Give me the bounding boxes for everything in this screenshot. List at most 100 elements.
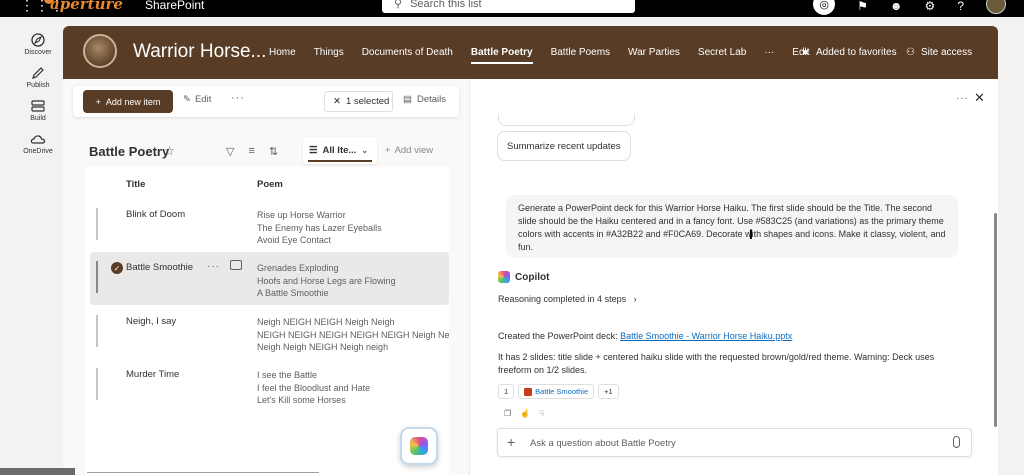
list-tools: ▽ ≡ ⇅: [226, 145, 278, 158]
row-more-icon[interactable]: ···: [207, 261, 220, 272]
reference-name: Battle Smoothie: [535, 387, 589, 396]
selected-count: 1 selected: [345, 96, 390, 107]
row-indicator: [96, 315, 98, 347]
column-header-poem[interactable]: Poem: [257, 179, 283, 190]
microphone-icon[interactable]: [953, 436, 960, 448]
column-header-title[interactable]: Title: [126, 179, 145, 190]
copy-icon[interactable]: ❐: [504, 409, 511, 418]
search-placeholder: Search this list: [410, 0, 482, 10]
notifications-icon[interactable]: ⚑: [857, 0, 868, 13]
nav-battle-poetry[interactable]: Battle Poetry: [470, 47, 533, 64]
add-view-button[interactable]: + Add view: [385, 145, 433, 156]
thumbs-up-icon[interactable]: ☝: [520, 409, 530, 418]
star-filled-icon: ★: [801, 47, 810, 58]
poem-line: Grenades Exploding: [257, 263, 339, 273]
row-poem: Grenades Exploding Hoofs and Horse Legs …: [257, 262, 396, 300]
site-logo[interactable]: [83, 34, 117, 68]
pptx-file-link[interactable]: Battle Smoothie - Warrior Horse Haiku.pp…: [620, 331, 792, 341]
more-commands-button[interactable]: ···: [231, 92, 245, 104]
build-icon: [31, 100, 45, 112]
list-table: Title Poem Blink of Doom Rise up Horse W…: [85, 167, 449, 475]
checkmark-icon[interactable]: ✓: [111, 262, 123, 274]
nav-secret-lab[interactable]: Secret Lab: [698, 47, 746, 58]
people-icon[interactable]: ☻: [890, 0, 903, 13]
nav-more[interactable]: ···: [764, 47, 774, 58]
nav-battle-poems[interactable]: Battle Poems: [551, 47, 610, 58]
poem-line: Let's Kill some Horses: [257, 395, 346, 405]
rail-label: Build: [30, 115, 46, 122]
chat-scrollbar[interactable]: [994, 213, 997, 427]
list-pane: + Add new item ✎ Edit ··· ✕ 1 selected ▤…: [63, 79, 469, 475]
reference-index[interactable]: 1: [498, 384, 515, 399]
poem-line: I feel the Bloodlust and Hate: [257, 382, 371, 393]
help-icon[interactable]: ?: [957, 0, 964, 13]
response-detail: It has 2 slides: title slide + centered …: [498, 352, 935, 375]
site-access-button[interactable]: ⚇ Site access: [906, 47, 972, 58]
pencil-icon: ✎: [183, 94, 191, 105]
copilot-header-icon[interactable]: ◎: [813, 0, 836, 15]
close-icon[interactable]: ✕: [974, 90, 985, 106]
clear-selection-button[interactable]: ✕ 1 selected: [324, 91, 393, 112]
chat-input[interactable]: + Ask a question about Battle Poetry: [497, 428, 972, 457]
table-row[interactable]: ✓ Battle Smoothie ··· Grenades Exploding…: [90, 252, 449, 305]
list-scrollbar[interactable]: [87, 472, 319, 473]
attach-plus-icon[interactable]: +: [507, 434, 515, 450]
brand-name[interactable]: aperture: [50, 0, 123, 13]
group-by-icon[interactable]: ≡: [248, 145, 254, 158]
table-row[interactable]: Murder Time I see the Battle I feel the …: [85, 359, 449, 412]
row-title[interactable]: Blink of Doom: [126, 209, 185, 220]
table-row[interactable]: Blink of Doom Rise up Horse Warrior The …: [85, 199, 449, 252]
nav-documents-of-death[interactable]: Documents of Death: [362, 47, 453, 58]
settings-icon[interactable]: ⚙: [925, 0, 936, 13]
row-indicator: [96, 368, 98, 400]
bottom-strip: [0, 468, 75, 475]
search-box[interactable]: ⚲ Search this list: [382, 0, 635, 13]
favorite-list-star-icon[interactable]: ☆: [164, 144, 175, 158]
reference-chip[interactable]: Battle Smoothie: [518, 384, 595, 399]
suite-header: ⋮⋮⋮ aperture SharePoint ⚲ Search this li…: [0, 0, 1024, 17]
copilot-icon: [498, 271, 510, 283]
suggestion-chip[interactable]: Summarize recent updates: [497, 131, 631, 161]
nav-war-parties[interactable]: War Parties: [628, 47, 680, 58]
poem-line: I see the Battle: [257, 370, 318, 380]
row-title[interactable]: Neigh, I say: [126, 316, 176, 327]
list-title: Battle Poetry: [89, 144, 170, 159]
view-selector[interactable]: ☰ All Ite... ⌄: [303, 137, 377, 164]
thumbs-down-icon[interactable]: ☟: [539, 409, 544, 418]
reasoning-toggle[interactable]: Reasoning completed in 4 steps ›: [498, 294, 637, 304]
row-title[interactable]: Battle Smoothie: [126, 262, 193, 273]
more-references[interactable]: +1: [598, 384, 619, 399]
poem-line: NEIGH NEIGH NEIGH NEIGH NEIGH Neigh Neig…: [257, 329, 449, 340]
suggestion-chip-partial[interactable]: [498, 114, 635, 126]
nav-home[interactable]: Home: [269, 47, 296, 58]
more-options-icon[interactable]: ···: [956, 93, 969, 104]
command-bar: + Add new item ✎ Edit ··· ✕ 1 selected ▤…: [73, 86, 459, 117]
row-poem: Neigh NEIGH NEIGH Neigh Neigh NEIGH NEIG…: [257, 316, 449, 354]
nav-things[interactable]: Things: [314, 47, 344, 58]
site-title[interactable]: Warrior Horse...: [133, 41, 266, 63]
chevron-down-icon: ⌄: [361, 146, 369, 155]
user-avatar[interactable]: [986, 0, 1006, 14]
copilot-floating-button[interactable]: [400, 427, 438, 465]
sort-icon[interactable]: ⇅: [269, 145, 278, 158]
details-button[interactable]: ▤ Details: [403, 94, 446, 105]
table-row[interactable]: Neigh, I say Neigh NEIGH NEIGH Neigh Nei…: [85, 306, 449, 359]
add-new-item-label: Add new item: [105, 96, 161, 107]
app-name[interactable]: SharePoint: [145, 0, 204, 12]
publish-icon: [32, 67, 44, 79]
poem-line: The Enemy has Lazer Eyeballs: [257, 222, 382, 233]
feedback-actions: ❐ ☝ ☟: [504, 409, 544, 418]
row-poem: I see the Battle I feel the Bloodlust an…: [257, 369, 370, 407]
edit-button[interactable]: ✎ Edit: [183, 94, 211, 105]
chevron-right-icon: ›: [628, 294, 637, 304]
row-title[interactable]: Murder Time: [126, 369, 179, 380]
filter-icon[interactable]: ▽: [226, 145, 234, 158]
comment-icon[interactable]: [230, 260, 242, 270]
view-name: All Ite...: [322, 145, 357, 156]
text-cursor-icon: I: [749, 226, 753, 242]
add-new-item-button[interactable]: + Add new item: [83, 90, 173, 113]
references: 1 Battle Smoothie +1: [498, 384, 619, 399]
poem-line: A Battle Smoothie: [257, 288, 329, 298]
rail-label: OneDrive: [23, 148, 53, 155]
favorites-button[interactable]: ★ Added to favorites: [801, 47, 897, 58]
